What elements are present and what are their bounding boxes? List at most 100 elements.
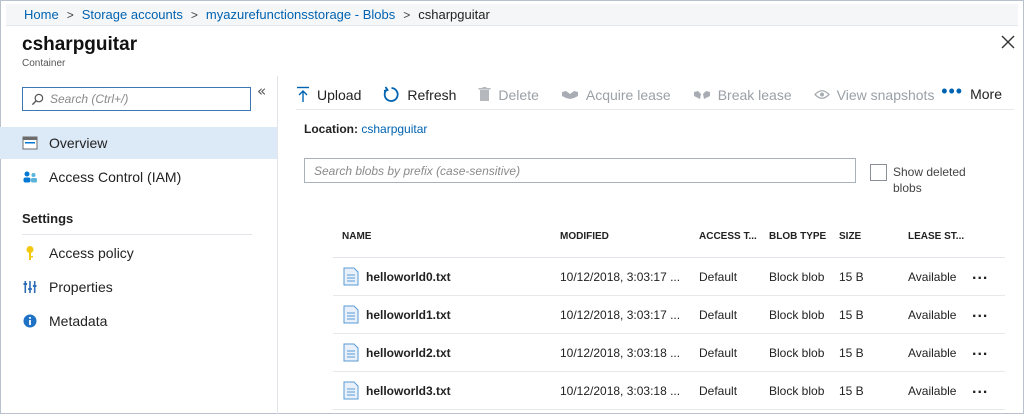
info-icon	[22, 313, 38, 329]
properties-icon	[22, 279, 38, 295]
break-lease-icon	[693, 90, 710, 99]
file-icon	[343, 343, 359, 362]
upload-button[interactable]: Upload	[296, 81, 361, 109]
sidebar-item-metadata[interactable]: Metadata	[0, 305, 277, 337]
sidebar-item-overview[interactable]: Overview	[0, 127, 277, 159]
refresh-icon	[384, 86, 399, 102]
row-context-menu-button[interactable]: ...	[972, 304, 988, 322]
sidebar-item-label: Overview	[49, 135, 108, 151]
location-link[interactable]: csharpguitar	[361, 122, 427, 136]
blob-type: Block blob	[769, 346, 825, 360]
more-label: More	[970, 86, 1002, 102]
sidebar-item-label: Properties	[49, 279, 113, 295]
blob-modified: 10/12/2018, 3:03:17 ...	[560, 270, 681, 284]
page-title: csharpguitar	[22, 34, 138, 55]
blob-size: 15 B	[839, 270, 864, 284]
iam-icon	[22, 169, 38, 185]
acquire-lease-label: Acquire lease	[585, 86, 671, 103]
acquire-lease-button[interactable]: Acquire lease	[561, 81, 671, 109]
blob-size: 15 B	[839, 346, 864, 360]
column-header-modified[interactable]: MODIFIED	[560, 231, 609, 242]
blob-access-tier: Default	[699, 346, 738, 360]
blob-lease-state: Available	[908, 384, 957, 398]
blob-size: 15 B	[839, 308, 864, 322]
blob-name[interactable]: helloworld1.txt	[366, 308, 451, 322]
breadcrumb-storage-accounts[interactable]: Storage accounts	[82, 7, 183, 22]
handshake-icon	[561, 90, 578, 99]
blob-type: Block blob	[769, 384, 825, 398]
blob-access-tier: Default	[699, 308, 738, 322]
blob-name[interactable]: helloworld2.txt	[366, 346, 451, 360]
refresh-label: Refresh	[407, 86, 457, 103]
blob-type: Block blob	[769, 270, 825, 284]
blob-size: 15 B	[839, 384, 864, 398]
refresh-button[interactable]: Refresh	[383, 81, 456, 109]
upload-label: Upload	[317, 86, 362, 103]
location: Location: csharpguitar	[304, 122, 427, 136]
delete-label: Delete	[498, 86, 539, 103]
blob-type: Block blob	[769, 308, 825, 322]
break-lease-label: Break lease	[717, 86, 792, 103]
blob-search-box[interactable]	[304, 158, 856, 183]
sidebar-item-label: Metadata	[49, 313, 108, 329]
blob-lease-state: Available	[908, 308, 957, 322]
page-subtitle: Container	[22, 58, 66, 69]
blob-name[interactable]: helloworld0.txt	[366, 270, 451, 284]
column-header-size[interactable]: SIZE	[839, 231, 861, 242]
file-icon	[343, 267, 359, 286]
settings-section-label: Settings	[22, 211, 74, 226]
divider	[22, 234, 252, 235]
sidebar-item-label: Access policy	[49, 245, 134, 261]
sidebar-search-input[interactable]	[50, 92, 240, 106]
table-row[interactable]: helloworld3.txt 10/12/2018, 3:03:18 ... …	[333, 372, 1005, 410]
column-header-blob-type[interactable]: BLOB TYPE	[769, 231, 826, 242]
column-header-lease-state[interactable]: LEASE ST...	[908, 231, 964, 242]
delete-button[interactable]: Delete	[478, 81, 539, 109]
blob-lease-state: Available	[908, 346, 957, 360]
file-icon	[343, 381, 359, 400]
collapse-sidebar-icon[interactable]: «	[257, 82, 266, 100]
breadcrumb-blobs[interactable]: myazurefunctionsstorage - Blobs	[206, 7, 395, 22]
blob-search-input[interactable]	[314, 163, 844, 178]
search-icon	[31, 93, 44, 105]
view-snapshots-label: View snapshots	[836, 86, 935, 103]
sidebar-item-access-policy[interactable]: Access policy	[0, 237, 277, 269]
column-header-name[interactable]: NAME	[342, 231, 371, 242]
overview-icon	[22, 135, 38, 151]
location-label: Location:	[304, 122, 358, 136]
sidebar-item-properties[interactable]: Properties	[0, 271, 277, 303]
view-snapshots-button[interactable]: View snapshots	[813, 81, 935, 109]
show-deleted-checkbox[interactable]	[870, 164, 887, 181]
row-context-menu-button[interactable]: ...	[972, 266, 988, 284]
table-row[interactable]: helloworld1.txt 10/12/2018, 3:03:17 ... …	[333, 296, 1005, 334]
sidebar-item-access-control[interactable]: Access Control (IAM)	[0, 161, 277, 193]
row-context-menu-button[interactable]: ...	[972, 342, 988, 360]
blob-lease-state: Available	[908, 270, 957, 284]
row-context-menu-button[interactable]: ...	[972, 380, 988, 398]
break-lease-button[interactable]: Break lease	[693, 81, 792, 109]
breadcrumb-separator: >	[190, 7, 198, 22]
table-row[interactable]: helloworld0.txt 10/12/2018, 3:03:17 ... …	[333, 258, 1005, 296]
breadcrumb-separator: >	[66, 7, 74, 22]
close-icon[interactable]	[1000, 34, 1016, 50]
sidebar: « Overview Access Control (IAM) Settings	[0, 76, 278, 414]
blob-access-tier: Default	[699, 270, 738, 284]
breadcrumb-separator: >	[403, 7, 411, 22]
eye-icon	[813, 90, 830, 99]
show-deleted-blobs[interactable]: Show deleted blobs	[870, 164, 983, 196]
breadcrumb-current: csharpguitar	[418, 7, 490, 22]
blob-name[interactable]: helloworld3.txt	[366, 384, 451, 398]
more-button[interactable]: ••• More	[941, 80, 1002, 108]
breadcrumb-home[interactable]: Home	[24, 7, 59, 22]
blob-modified: 10/12/2018, 3:03:18 ...	[560, 346, 681, 360]
table-row[interactable]: helloworld2.txt 10/12/2018, 3:03:18 ... …	[333, 334, 1005, 372]
blob-modified: 10/12/2018, 3:03:17 ...	[560, 308, 681, 322]
sidebar-item-label: Access Control (IAM)	[49, 169, 182, 185]
command-toolbar: Upload Refresh Delete Acquire lease Brea…	[296, 80, 1014, 110]
column-header-access-tier[interactable]: ACCESS T...	[699, 231, 757, 242]
blob-access-tier: Default	[699, 384, 738, 398]
file-icon	[343, 305, 359, 324]
blob-modified: 10/12/2018, 3:03:18 ...	[560, 384, 681, 398]
show-deleted-label: Show deleted blobs	[893, 165, 966, 195]
sidebar-search[interactable]	[22, 87, 251, 111]
